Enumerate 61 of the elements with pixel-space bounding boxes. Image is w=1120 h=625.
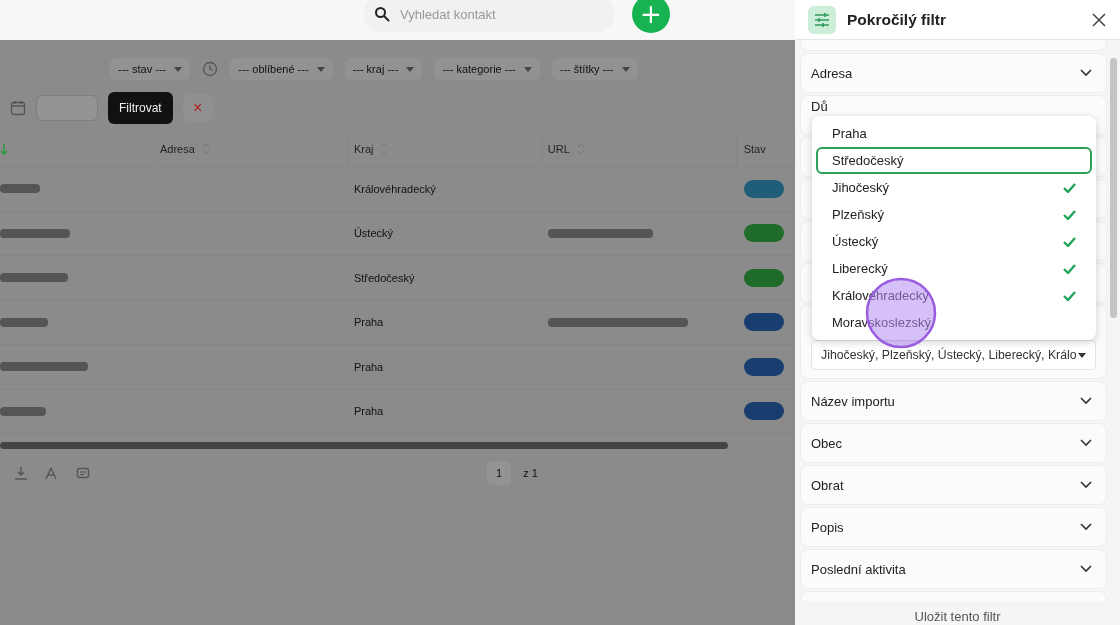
table-cell: Královéhradecký (353, 182, 436, 195)
column-header[interactable]: URL (547, 142, 570, 155)
search-icon (374, 6, 390, 22)
page-total: z 1 (523, 467, 538, 479)
column-header[interactable]: Kraj (353, 142, 374, 155)
caret-icon (523, 66, 532, 72)
filter-dropdown[interactable]: --- oblíbené --- (230, 58, 333, 80)
message-icon (76, 466, 90, 480)
dropdown-option[interactable]: Plzeňský (816, 201, 1092, 228)
filter-dropdown[interactable]: --- kraj --- (344, 58, 423, 80)
close-icon (1092, 12, 1106, 27)
scrollbar[interactable] (0, 442, 728, 449)
calendar-icon (10, 100, 26, 116)
accordion-item[interactable]: Adresa (801, 54, 1106, 92)
chevron-icon (1080, 69, 1092, 77)
chevron-icon (1080, 565, 1092, 573)
table-cell: Ústecký (353, 227, 393, 240)
clock-icon (202, 61, 219, 77)
search-field[interactable]: Vyhledat kontakt (364, 0, 614, 32)
column-header[interactable]: Stav (743, 142, 766, 155)
blurred-text (0, 317, 48, 327)
download-icon (14, 466, 28, 480)
caret-icon (406, 66, 415, 72)
accordion-item[interactable]: Obec (801, 424, 1106, 462)
page-number[interactable]: 1 (487, 461, 512, 485)
accordion-item[interactable] (801, 40, 1106, 50)
dropdown-option[interactable]: Jihočeský (816, 174, 1092, 201)
text-icon (44, 466, 60, 480)
accordion-item[interactable]: Poslední aktivita (801, 550, 1106, 588)
chevron-icon (1080, 397, 1092, 405)
filter-dropdown[interactable]: --- kategorie --- (434, 58, 540, 80)
scrollbar[interactable] (1110, 58, 1117, 318)
dropdown-option[interactable]: Středočeský (816, 147, 1092, 174)
blurred-text (0, 228, 70, 238)
accordion-item[interactable]: Popis (801, 508, 1106, 546)
blurred-text (0, 273, 68, 283)
dropdown-option[interactable]: Ústecký (816, 228, 1092, 255)
caret-icon (621, 66, 630, 72)
region-select[interactable]: Jihočeský, Plzeňský, Ústecký, Liberecký, Králo (811, 340, 1096, 370)
chevron-icon (1080, 481, 1092, 489)
caret-icon (316, 66, 325, 72)
accordion-item[interactable]: Obrat (801, 466, 1106, 504)
blurred-text (0, 184, 40, 194)
filter-icon (808, 5, 836, 34)
table-cell: Praha (353, 316, 384, 329)
dropdown-option[interactable]: Liberecký (816, 255, 1092, 282)
table-cell: Středočeský (353, 271, 415, 284)
chevron-icon (1080, 523, 1092, 531)
filter-button[interactable]: Filtrovat (108, 92, 173, 124)
column-header[interactable]: Adresa (160, 142, 195, 155)
filter-dropdown[interactable]: --- štítky --- (551, 58, 638, 80)
chevron-icon (1080, 439, 1092, 447)
caret-icon (1078, 352, 1086, 358)
blurred-text (0, 406, 46, 416)
sort-arrow-icon (0, 142, 8, 155)
panel-title: Pokročilý filtr (847, 10, 948, 29)
caret-icon (174, 66, 183, 72)
accordion-item[interactable]: Název importu (801, 382, 1106, 420)
table-cell: Praha (353, 405, 384, 418)
filter-dropdown[interactable]: --- stav --- (110, 58, 191, 80)
table-cell: Praha (353, 360, 384, 373)
